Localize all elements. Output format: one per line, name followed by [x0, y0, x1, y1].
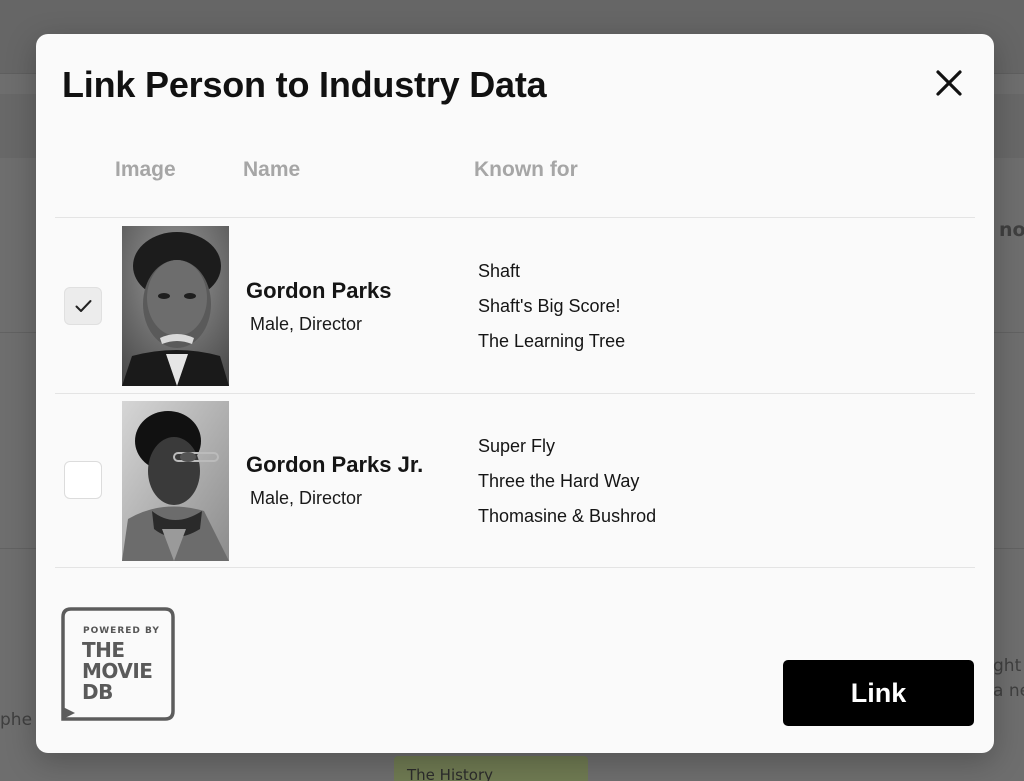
tmdb-powered-by: POWERED BY: [83, 626, 160, 636]
person-meta: Male, Director: [250, 314, 363, 334]
tmdb-word: THE: [82, 638, 125, 662]
checkmark-icon: [75, 300, 92, 312]
background-text: no: [999, 219, 1024, 241]
tmdb-word: DB: [82, 680, 113, 704]
background-text: phe: [0, 710, 33, 730]
tmdb-logo: POWERED BY THE MOVIE DB: [61, 607, 175, 721]
link-button[interactable]: Link: [783, 660, 974, 726]
table-row-divider: [55, 567, 975, 568]
row-checkbox[interactable]: [64, 461, 102, 499]
column-header-name: Name: [243, 158, 301, 181]
close-icon: [936, 70, 962, 96]
background-tag: The History: [394, 756, 588, 781]
person-photo: [122, 401, 229, 561]
known-for-item: Three the Hard Way: [478, 471, 640, 491]
table-row[interactable]: Gordon Parks Jr. Male, Director Super Fl…: [55, 399, 975, 571]
known-for-list: Shaft Shaft's Big Score! The Learning Tr…: [478, 260, 625, 365]
table-header-divider: [55, 217, 975, 218]
close-button[interactable]: [932, 66, 966, 100]
known-for-item: The Learning Tree: [478, 331, 626, 351]
column-header-image: Image: [115, 158, 176, 181]
person-name: Gordon Parks Jr.: [246, 452, 424, 477]
background-text: ght: [993, 656, 1022, 676]
row-checkbox[interactable]: [64, 287, 102, 325]
link-person-modal: Link Person to Industry Data Image Name …: [36, 34, 994, 753]
person-meta: Male, Director: [250, 488, 363, 508]
known-for-item: Super Fly: [478, 436, 556, 456]
modal-title: Link Person to Industry Data: [62, 64, 547, 105]
known-for-list: Super Fly Three the Hard Way Thomasine &…: [478, 435, 656, 540]
table-row-divider: [55, 393, 975, 394]
tmdb-word: MOVIE: [82, 659, 153, 683]
person-photo: [122, 226, 229, 386]
column-header-known-for: Known for: [474, 158, 578, 181]
table-row[interactable]: Gordon Parks Male, Director Shaft Shaft'…: [55, 224, 975, 396]
background-text: a ne: [993, 681, 1024, 701]
known-for-item: Shaft: [478, 261, 521, 281]
known-for-item: Shaft's Big Score!: [478, 296, 621, 316]
known-for-item: Thomasine & Bushrod: [478, 506, 657, 526]
person-name: Gordon Parks: [246, 278, 392, 303]
